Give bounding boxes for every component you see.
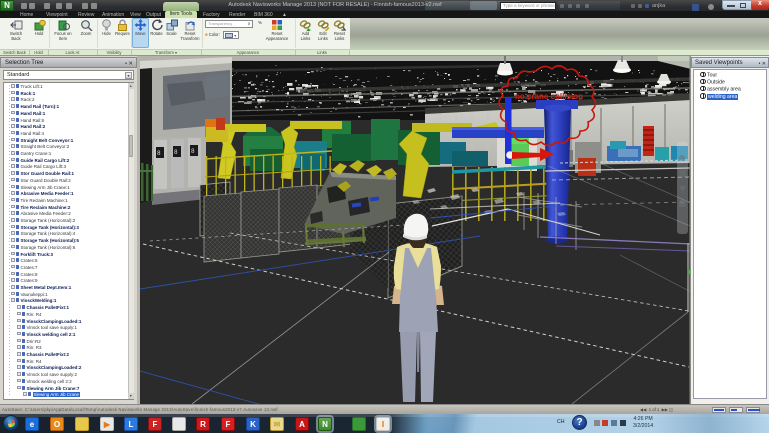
svg-text:8: 8 (174, 149, 178, 156)
svg-text:no crane collision: no crane collision (515, 92, 583, 101)
svg-text:8: 8 (191, 148, 195, 155)
svg-text:8: 8 (157, 150, 161, 157)
